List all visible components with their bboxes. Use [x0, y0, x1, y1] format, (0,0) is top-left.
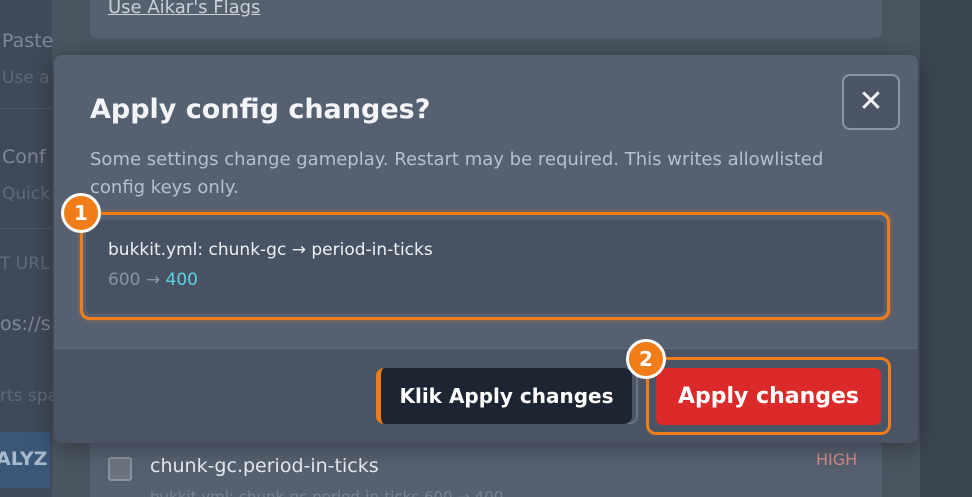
background-text: rts spa [0, 386, 58, 406]
background-text: Quick [2, 184, 51, 204]
old-value: 600 [108, 270, 141, 290]
background-text: Paste [2, 30, 54, 52]
instruction-tooltip: Klik Apply changes [376, 368, 632, 424]
screen: Use Aikar's Flags Paste Use a Conf Quick… [0, 0, 972, 497]
config-item-label: chunk-gc.period-in-ticks [150, 455, 379, 477]
apply-changes-button[interactable]: Apply changes [656, 368, 881, 425]
divider [0, 108, 52, 109]
arrow-icon: → [145, 270, 161, 290]
config-item-detail: bukkit.yml: chunk-gc.period-in-ticks 600… [150, 488, 504, 497]
step-badge-2: 2 [626, 339, 666, 379]
analyze-button-label: ALYZ [0, 448, 48, 470]
analyze-button[interactable]: ALYZ [0, 432, 50, 488]
divider [0, 228, 52, 229]
risk-badge: HIGH [816, 450, 858, 469]
background-text: T URL [0, 254, 50, 274]
background-text: Use a [2, 68, 50, 88]
change-key: bukkit.yml: chunk-gc → period-in-ticks [108, 240, 433, 260]
background-right-column [920, 0, 972, 497]
dialog-title: Apply config changes? [90, 94, 431, 125]
background-text: Conf [2, 146, 46, 168]
config-item-checkbox[interactable] [108, 457, 132, 481]
use-aikars-flags-link[interactable]: Use Aikar's Flags [108, 0, 260, 18]
dialog-description: Some settings change gameplay. Restart m… [90, 149, 824, 198]
background-text: os://s [0, 313, 51, 335]
close-button[interactable]: ✕ [842, 74, 900, 130]
close-icon: ✕ [858, 84, 884, 119]
apply-changes-label: Apply changes [677, 384, 860, 409]
change-values: 600 → 400 [108, 270, 198, 290]
step-badge-1: 1 [61, 193, 101, 233]
instruction-text: Klik Apply changes [399, 384, 614, 408]
highlight-outline [80, 212, 890, 320]
new-value: 400 [165, 270, 198, 290]
